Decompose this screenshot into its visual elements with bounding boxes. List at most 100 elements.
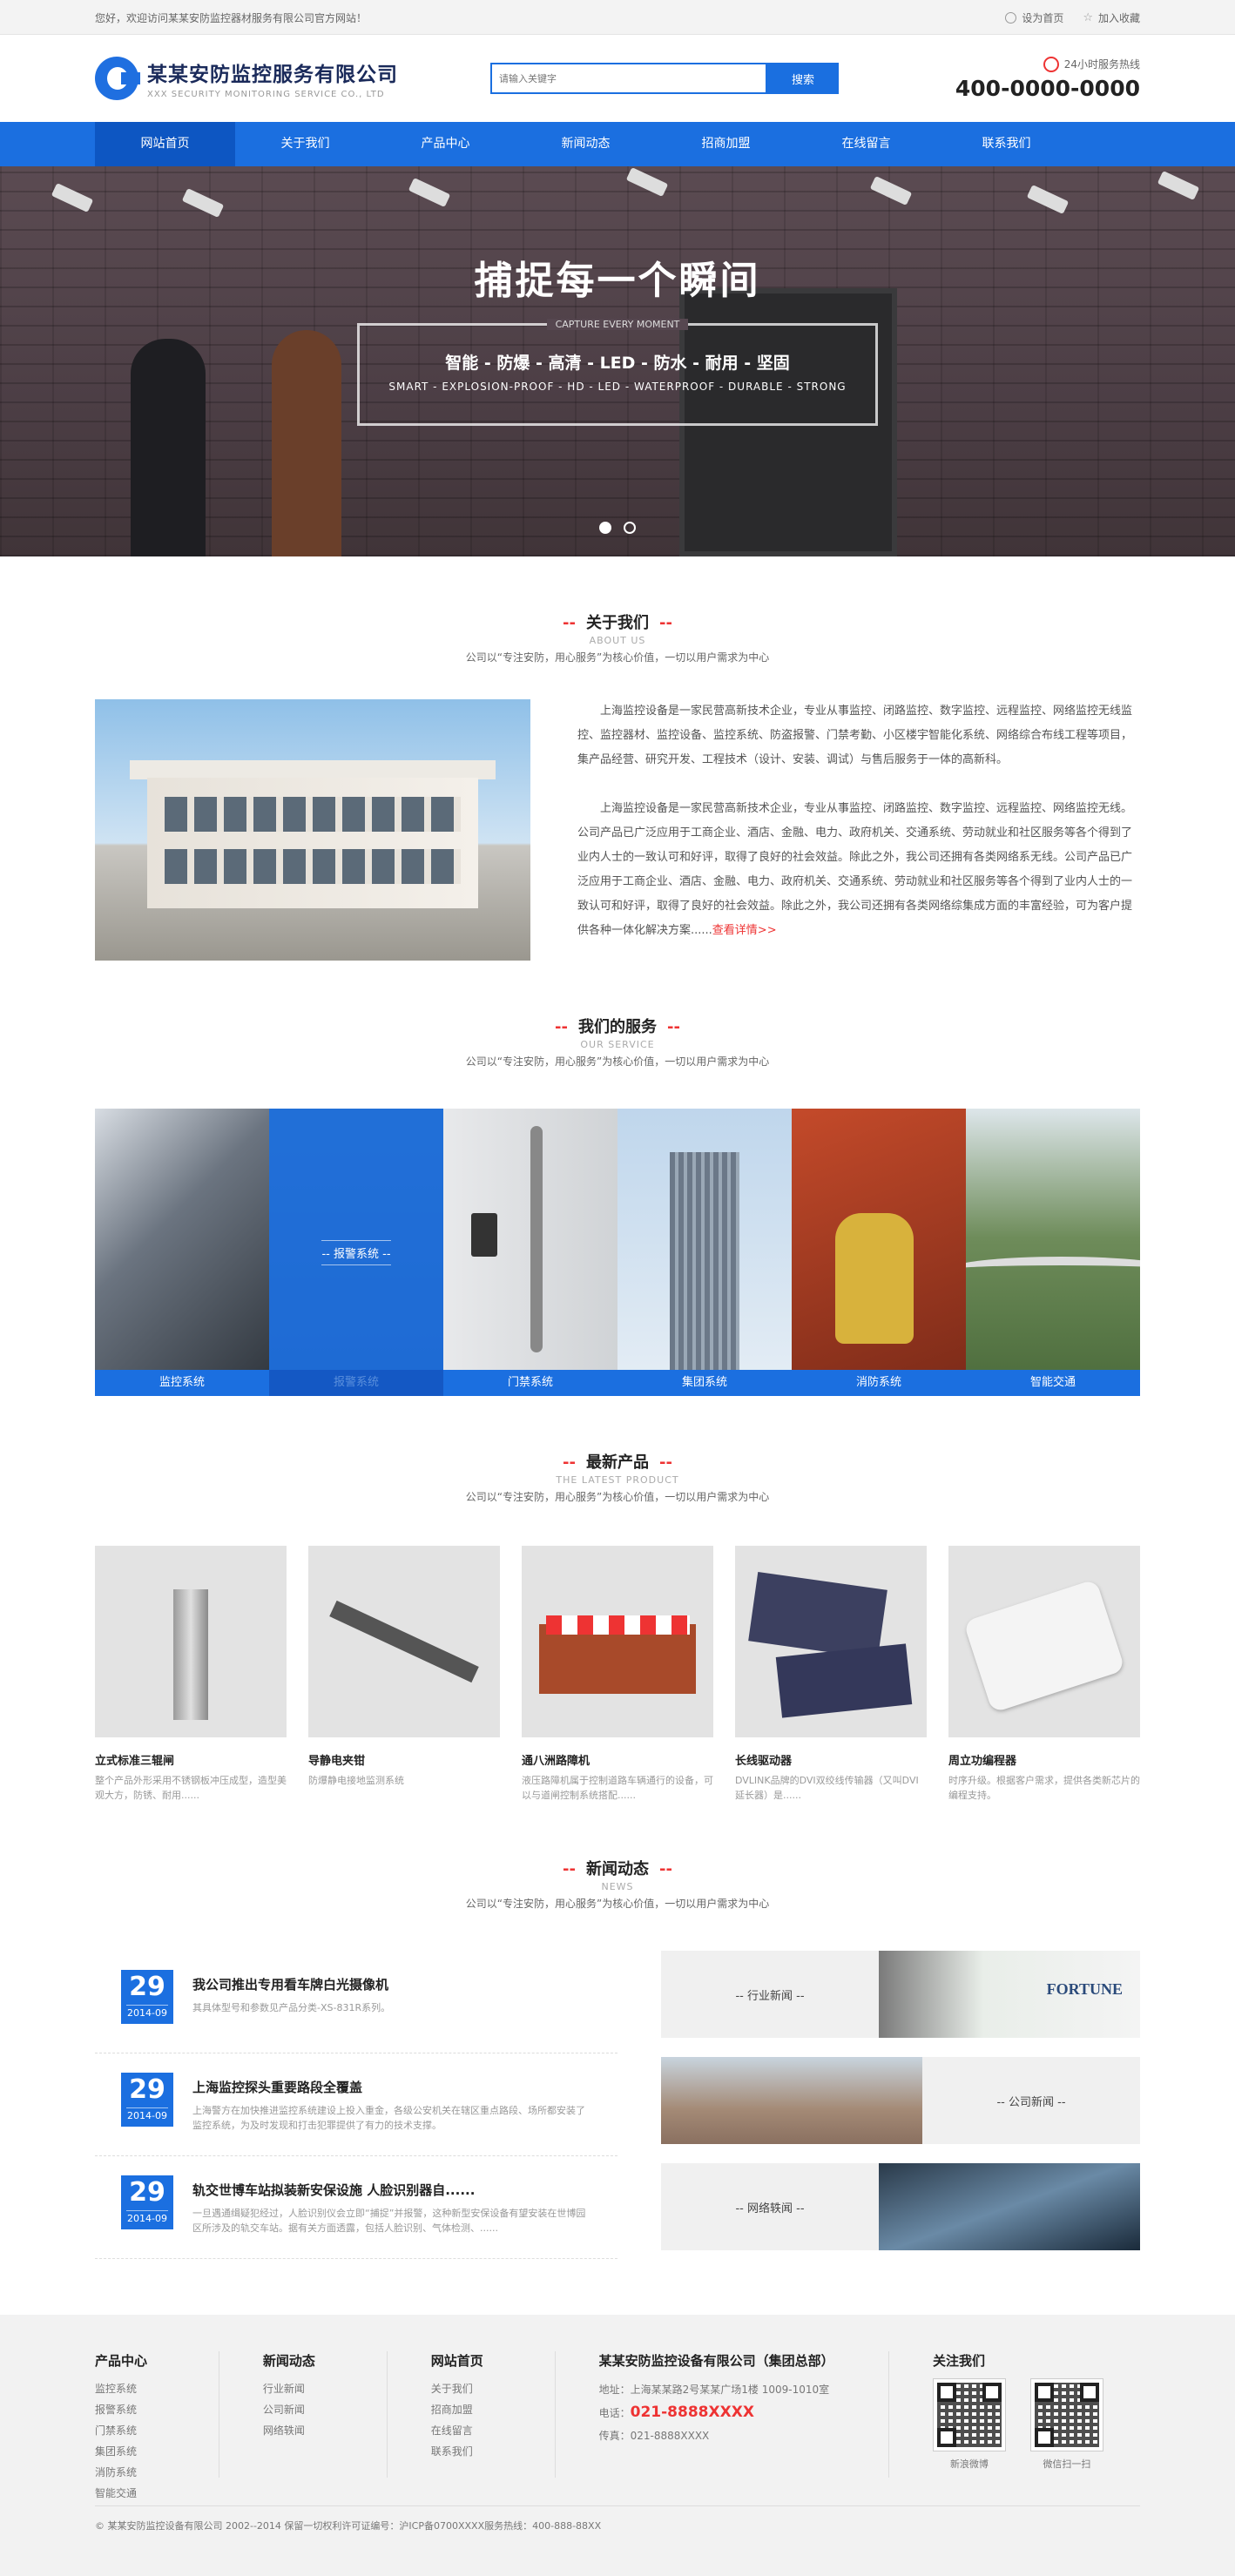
copyright: © 某某安防监控设备有限公司 2002--2014 保留一切权利许可证编号：沪I… <box>95 2505 1140 2532</box>
product-intro: 防爆静电接地监测系统 <box>308 1775 404 1786</box>
logo[interactable]: 某某安防监控服务有限公司 XXX SECURITY MONITORING SER… <box>95 57 487 100</box>
news-day: 29 <box>129 2177 165 2208</box>
product-card[interactable]: 周立功编程器 时序升级。根据客户需求，提供各类新芯片的编程支持。 <box>948 1546 1140 1803</box>
product-en: THE LATEST PRODUCT <box>556 1474 679 1486</box>
news-date: 29 2014-09 <box>121 2073 173 2127</box>
hero-banner[interactable]: 捕捉每一个瞬间 CAPTURE EVERY MOMENT 智能 - 防爆 - 高… <box>0 166 1235 556</box>
news-category-company[interactable]: -- 公司新闻 -- <box>661 2057 1140 2144</box>
footer-link[interactable]: 集团系统 <box>95 2441 219 2462</box>
footer-tel-label: 电话： <box>598 2407 631 2419</box>
news-item[interactable]: 29 2014-09 轨交世博车站拟装新安保设施 人脸识别器自...... 一旦遇通… <box>95 2156 618 2259</box>
title-dash: -- <box>555 1018 568 1036</box>
qr-wechat[interactable]: 微信扫一扫 <box>1029 2378 1103 2471</box>
nav-home[interactable]: 网站首页 <box>95 122 235 166</box>
slider-dot-1[interactable] <box>599 522 611 534</box>
nav-contact[interactable]: 联系我们 <box>936 122 1076 166</box>
product-image <box>308 1546 500 1737</box>
service-card-alarm[interactable]: -- 报警系统 -- 报警系统 <box>269 1109 443 1396</box>
footer-link[interactable]: 智能交通 <box>95 2483 219 2504</box>
news-area: 29 2014-09 我公司推出专用看车牌白光摄像机 其具体型号和参数见产品分类-X… <box>95 1951 1140 2259</box>
nav-products[interactable]: 产品中心 <box>375 122 516 166</box>
qr-label: 微信扫一扫 <box>1043 2458 1091 2470</box>
product-card[interactable]: 通八洲路障机 液压路障机属于控制道路车辆通行的设备，可以与道闸控制系统搭配...… <box>522 1546 713 1803</box>
footer-link[interactable]: 报警系统 <box>95 2399 219 2420</box>
product-intro: 整个产品外形采用不锈钢板冲压成型，造型美观大方，防锈、耐用...... <box>95 1775 287 1801</box>
title-dash: -- <box>563 1860 576 1878</box>
nav-news[interactable]: 新闻动态 <box>516 122 656 166</box>
product-card[interactable]: 长线驱动器 DVLINK品牌的DVI双绞线传输器（又叫DVI延长器）是.....… <box>735 1546 927 1803</box>
service-card-group[interactable]: 集团系统 <box>618 1109 792 1396</box>
news-date: 29 2014-09 <box>121 2175 173 2229</box>
footer-link[interactable]: 网络轶闻 <box>263 2420 387 2441</box>
news-item[interactable]: 29 2014-09 上海监控探头重要路段全覆盖 上海警方在加快推进监控系统建设上投… <box>95 2053 618 2156</box>
logo-icon <box>95 57 140 100</box>
product-image <box>948 1546 1140 1737</box>
nav-join[interactable]: 招商加盟 <box>656 122 796 166</box>
footer-col-news: 新闻动态 行业新闻 公司新闻 网络轶闻 <box>219 2351 388 2478</box>
service-card-access[interactable]: 门禁系统 <box>443 1109 618 1396</box>
section-desc: 公司以“专注安防，用心服务”为核心价值，一切以用户需求为中心 <box>465 651 770 664</box>
news-item[interactable]: 29 2014-09 我公司推出专用看车牌白光摄像机 其具体型号和参数见产品分类-X… <box>95 1951 618 2053</box>
banner-box: CAPTURE EVERY MOMENT 智能 - 防爆 - 高清 - LED … <box>357 319 878 426</box>
banner-en: CAPTURE EVERY MOMENT <box>546 319 689 330</box>
bookmark-link[interactable]: ☆ 加入收藏 <box>1083 10 1140 25</box>
service-label: 集团系统 <box>618 1370 792 1396</box>
footer-link[interactable]: 公司新闻 <box>263 2399 387 2420</box>
footer-link[interactable]: 关于我们 <box>431 2378 555 2399</box>
footer-col-products: 产品中心 监控系统 报警系统 门禁系统 集团系统 消防系统 智能交通 <box>95 2351 219 2499</box>
footer-link[interactable]: 监控系统 <box>95 2378 219 2399</box>
topbar: 您好，欢迎访问某某安防监控器材服务有限公司官方网站！ 设为首页 ☆ 加入收藏 <box>0 0 1235 35</box>
product-section-title: -- 最新产品 -- THE LATEST PRODUCT 公司以“专注安防，用心服… <box>95 1450 1140 1504</box>
qr-weibo[interactable]: 新浪微博 <box>932 2378 1006 2471</box>
footer-contact: 某某安防监控设备有限公司（集团总部） 地址：上海某某路2号某某广场1楼 1009… <box>556 2351 889 2478</box>
home-icon <box>1005 11 1017 24</box>
services-grid: 监控系统 -- 报警系统 -- 报警系统 门禁系统 集团系统 消防系统 智能交通 <box>95 1109 1140 1396</box>
product-card[interactable]: 导静电夹钳 防爆静电接地监测系统 <box>308 1546 500 1803</box>
footer-link[interactable]: 招商加盟 <box>431 2399 555 2420</box>
set-home-link[interactable]: 设为首页 <box>1005 10 1063 25</box>
footer-heading: 网站首页 <box>430 2353 483 2369</box>
footer-heading: 关注我们 <box>932 2353 985 2369</box>
search-input[interactable] <box>490 63 767 94</box>
footer-col-home: 网站首页 关于我们 招商加盟 在线留言 联系我们 <box>388 2351 556 2478</box>
product-image <box>735 1546 927 1737</box>
news-category-industry[interactable]: -- 行业新闻 -- FORTUNE <box>661 1951 1140 2038</box>
title-dash: -- <box>659 614 672 632</box>
product-card[interactable]: 立式标准三辊闸 整个产品外形采用不锈钢板冲压成型，造型美观大方，防锈、耐用...… <box>95 1546 287 1803</box>
qr-code-icon <box>932 2378 1006 2451</box>
read-more-link[interactable]: 查看详情>> <box>712 924 777 937</box>
news-summary: 一旦遇通缉疑犯经过，人脸识别仪会立即“捕捉”并报警，这种新型安保设备有望安装在世… <box>192 2208 586 2234</box>
footer-link[interactable]: 行业新闻 <box>263 2378 387 2399</box>
set-home-label: 设为首页 <box>1022 11 1064 24</box>
news-title: 轨交世博车站拟装新安保设施 人脸识别器自...... <box>192 2182 476 2198</box>
search-button[interactable]: 搜索 <box>767 63 839 94</box>
service-title: 我们的服务 <box>578 1018 657 1036</box>
news-en: NEWS <box>601 1881 634 1892</box>
footer-link[interactable]: 消防系统 <box>95 2462 219 2483</box>
service-card-traffic[interactable]: 智能交通 <box>966 1109 1140 1396</box>
footer-heading: 产品中心 <box>95 2353 148 2369</box>
footer-heading: 新闻动态 <box>262 2353 315 2369</box>
product-intro: 液压路障机属于控制道路车辆通行的设备，可以与道闸控制系统搭配...... <box>522 1775 713 1801</box>
about-title: 关于我们 <box>586 614 649 632</box>
section-desc: 公司以“专注安防，用心服务”为核心价值，一切以用户需求为中心 <box>465 1898 770 1910</box>
product-name: 长线驱动器 <box>735 1755 793 1768</box>
slider-dot-2[interactable] <box>624 522 636 534</box>
product-intro: DVLINK品牌的DVI双绞线传输器（又叫DVI延长器）是...... <box>735 1775 919 1801</box>
footer-link[interactable]: 在线留言 <box>431 2420 555 2441</box>
news-category-misc[interactable]: -- 网络轶闻 -- <box>661 2163 1140 2250</box>
footer-link[interactable]: 联系我们 <box>431 2441 555 2462</box>
news-month: 2014-09 <box>126 2005 168 2021</box>
category-label: -- 公司新闻 -- <box>922 2057 1140 2144</box>
nav-message[interactable]: 在线留言 <box>796 122 936 166</box>
title-dash: -- <box>667 1018 680 1036</box>
footer-link[interactable]: 门禁系统 <box>95 2420 219 2441</box>
product-name: 通八洲路障机 <box>522 1755 591 1768</box>
service-label: 智能交通 <box>966 1370 1140 1396</box>
footer: 产品中心 监控系统 报警系统 门禁系统 集团系统 消防系统 智能交通 新闻动态 … <box>0 2315 1235 2576</box>
service-label: 消防系统 <box>792 1370 966 1396</box>
service-card-monitoring[interactable]: 监控系统 <box>95 1109 269 1396</box>
main-nav: 网站首页 关于我们 产品中心 新闻动态 招商加盟 在线留言 联系我们 <box>0 122 1235 166</box>
service-card-fire[interactable]: 消防系统 <box>792 1109 966 1396</box>
nav-about[interactable]: 关于我们 <box>235 122 375 166</box>
